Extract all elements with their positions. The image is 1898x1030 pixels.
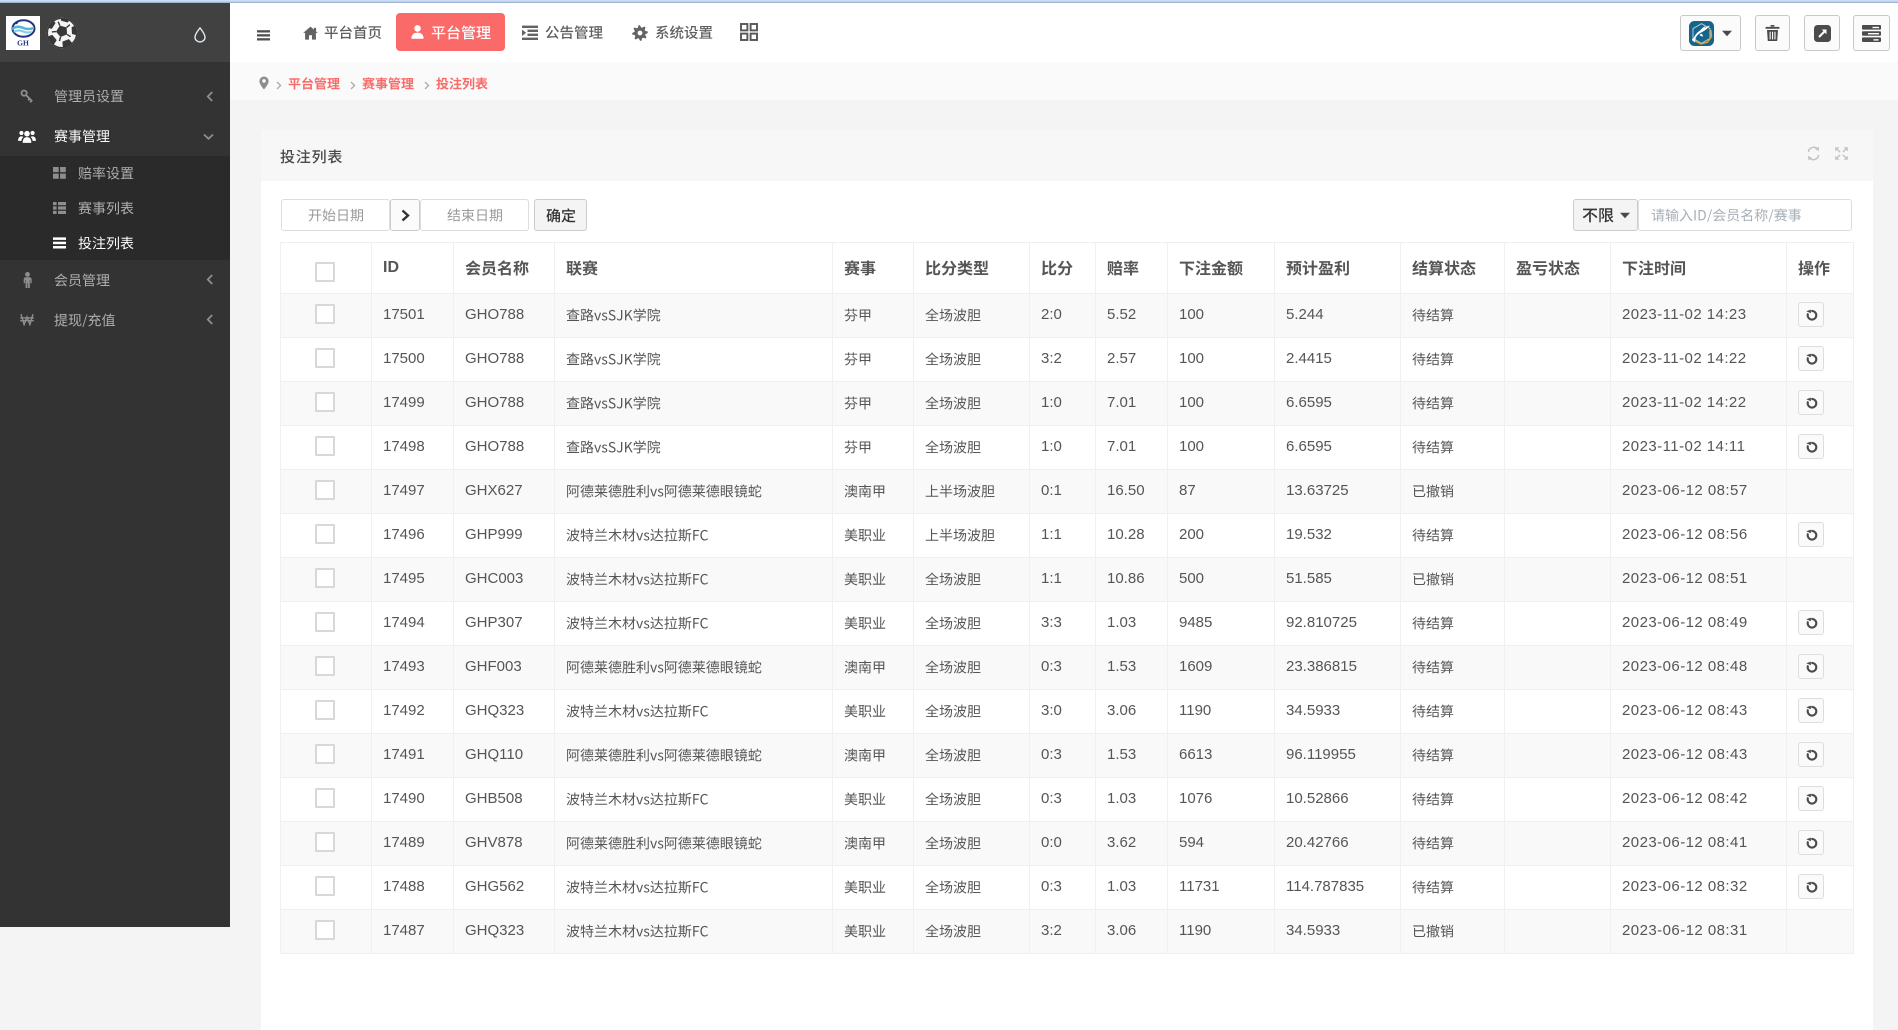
svg-text:GH: GH bbox=[17, 39, 29, 48]
